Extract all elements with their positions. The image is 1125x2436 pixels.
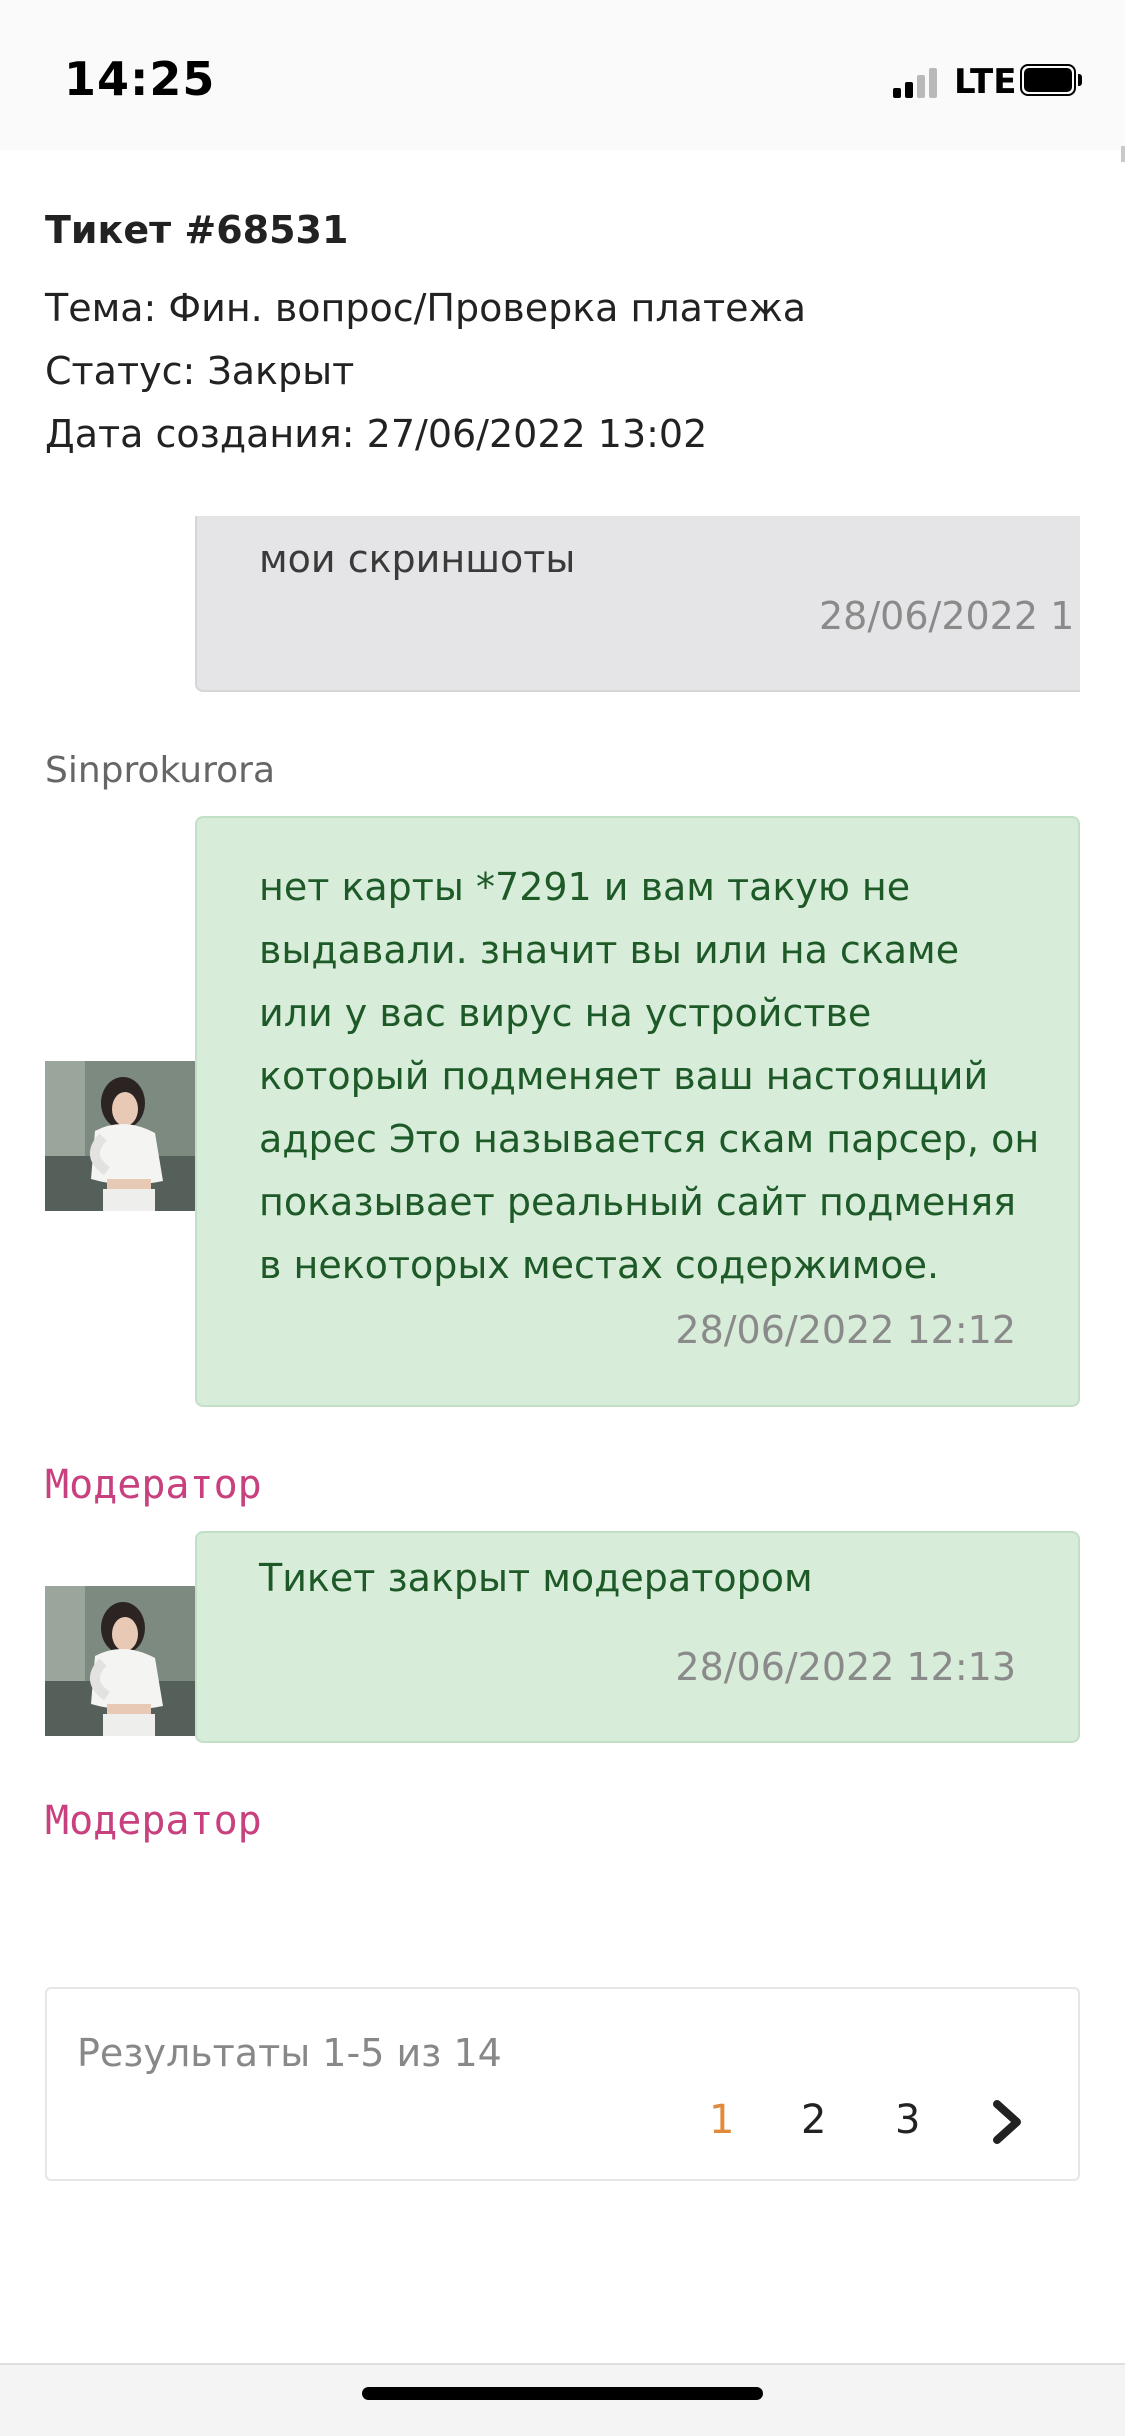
message-text: мои скриншоты	[259, 537, 576, 581]
message-author: Sinprokurora	[45, 750, 276, 791]
message-text: Тикет закрыт модератором	[259, 1556, 813, 1600]
message-author: Модератор	[45, 1462, 262, 1508]
battery-icon	[1020, 64, 1082, 96]
ticket-topic: Тема: Фин. вопрос/Проверка платежа	[45, 286, 807, 330]
network-type: LTE	[954, 62, 1017, 102]
pagination: Результаты 1-5 из 14 1 2 3	[45, 1987, 1080, 2181]
ticket-created-date: Дата создания: 27/06/2022 13:02	[45, 412, 708, 456]
message-timestamp: 28/06/2022 12:12	[675, 1308, 1016, 1352]
avatar	[45, 1061, 195, 1211]
ticket-title: Тикет #68531	[45, 208, 349, 252]
message-timestamp: 28/06/2022 1	[819, 594, 1075, 638]
message-author: Модератор	[45, 1798, 262, 1844]
status-bar: 14:25 LTE	[0, 0, 1125, 150]
results-count: Результаты 1-5 из 14	[77, 2031, 502, 2075]
page-link-1[interactable]: 1	[709, 2097, 734, 2143]
avatar	[45, 1586, 195, 1736]
message-text: нет карты *7291 и вам такую не выдавали.…	[259, 865, 1040, 1287]
scroll-indicator	[1121, 146, 1125, 162]
cellular-signal-icon	[893, 66, 943, 98]
page-link-2[interactable]: 2	[801, 2097, 826, 2143]
message-timestamp: 28/06/2022 12:13	[675, 1645, 1016, 1689]
page-link-3[interactable]: 3	[895, 2097, 920, 2143]
chevron-right-icon[interactable]	[987, 2099, 1027, 2145]
message-bubble: мои скриншоты 28/06/2022 1	[195, 516, 1080, 692]
status-time: 14:25	[64, 52, 216, 106]
ticket-status: Статус: Закрыт	[45, 349, 355, 393]
message-bubble: Тикет закрыт модератором 28/06/2022 12:1…	[195, 1531, 1080, 1743]
bottom-bar	[0, 2363, 1125, 2436]
message-bubble: нет карты *7291 и вам такую не выдавали.…	[195, 816, 1080, 1407]
home-indicator[interactable]	[362, 2387, 763, 2400]
